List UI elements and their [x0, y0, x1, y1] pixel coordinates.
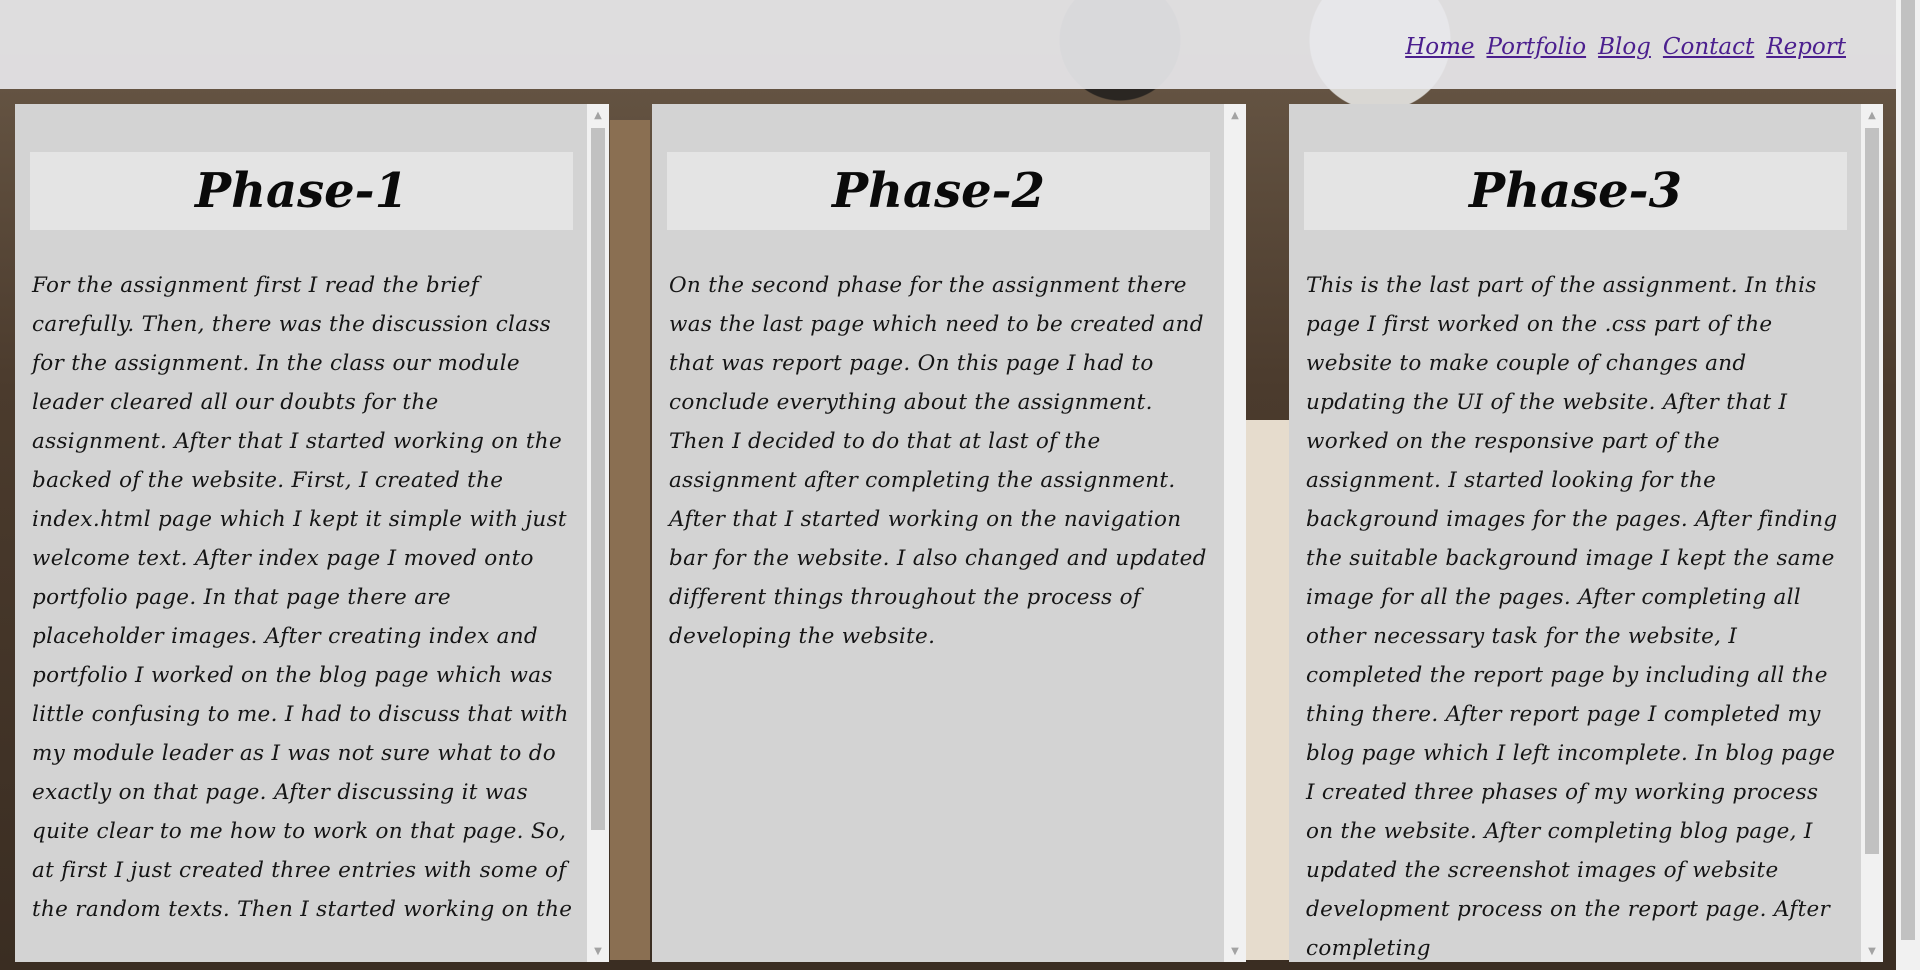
arrow-up-icon[interactable]: ▲	[1224, 106, 1246, 124]
phase-title: Phase-2	[667, 152, 1210, 230]
arrow-down-icon[interactable]: ▼	[587, 942, 609, 960]
nav-link-report[interactable]: Report	[1766, 34, 1846, 60]
phase-card-1: Phase-1 For the assignment first I read …	[15, 104, 609, 962]
nav-link-contact[interactable]: Contact	[1663, 34, 1754, 60]
nav-link-blog[interactable]: Blog	[1598, 34, 1651, 60]
arrow-up-icon[interactable]: ▲	[587, 106, 609, 124]
arrow-up-icon[interactable]: ▲	[1861, 106, 1883, 124]
phase-text: This is the last part of the assignment.…	[1306, 273, 1838, 961]
nav-link-home[interactable]: Home	[1405, 34, 1474, 60]
header-bar: Home Portfolio Blog Contact Report	[0, 0, 1896, 89]
phase-text: For the assignment first I read the brie…	[32, 273, 573, 922]
arrow-down-icon[interactable]: ▼	[1861, 942, 1883, 960]
phase-card-content: Phase-3 This is the last part of the ass…	[1289, 104, 1861, 962]
scroll-thumb[interactable]	[1865, 128, 1879, 854]
phase-text: On the second phase for the assignment t…	[669, 273, 1207, 649]
phase-card-2: Phase-2 On the second phase for the assi…	[652, 104, 1246, 962]
scroll-thumb[interactable]	[591, 128, 605, 830]
arrow-down-icon[interactable]: ▼	[1224, 942, 1246, 960]
phase-card-3: Phase-3 This is the last part of the ass…	[1289, 104, 1883, 962]
phase-card-content: Phase-1 For the assignment first I read …	[15, 104, 587, 962]
phase-card-content: Phase-2 On the second phase for the assi…	[652, 104, 1224, 962]
phase-title: Phase-3	[1304, 152, 1847, 230]
page-scrollbar[interactable]	[1896, 0, 1920, 970]
background-book	[610, 120, 650, 960]
nav-link-portfolio[interactable]: Portfolio	[1487, 34, 1587, 60]
phase-title: Phase-1	[30, 152, 573, 230]
card-scrollbar[interactable]: ▲ ▼	[1224, 104, 1246, 962]
card-scrollbar[interactable]: ▲ ▼	[1861, 104, 1883, 962]
card-scrollbar[interactable]: ▲ ▼	[587, 104, 609, 962]
main-nav: Home Portfolio Blog Contact Report	[1405, 34, 1846, 60]
page-scroll-thumb[interactable]	[1901, 0, 1915, 940]
